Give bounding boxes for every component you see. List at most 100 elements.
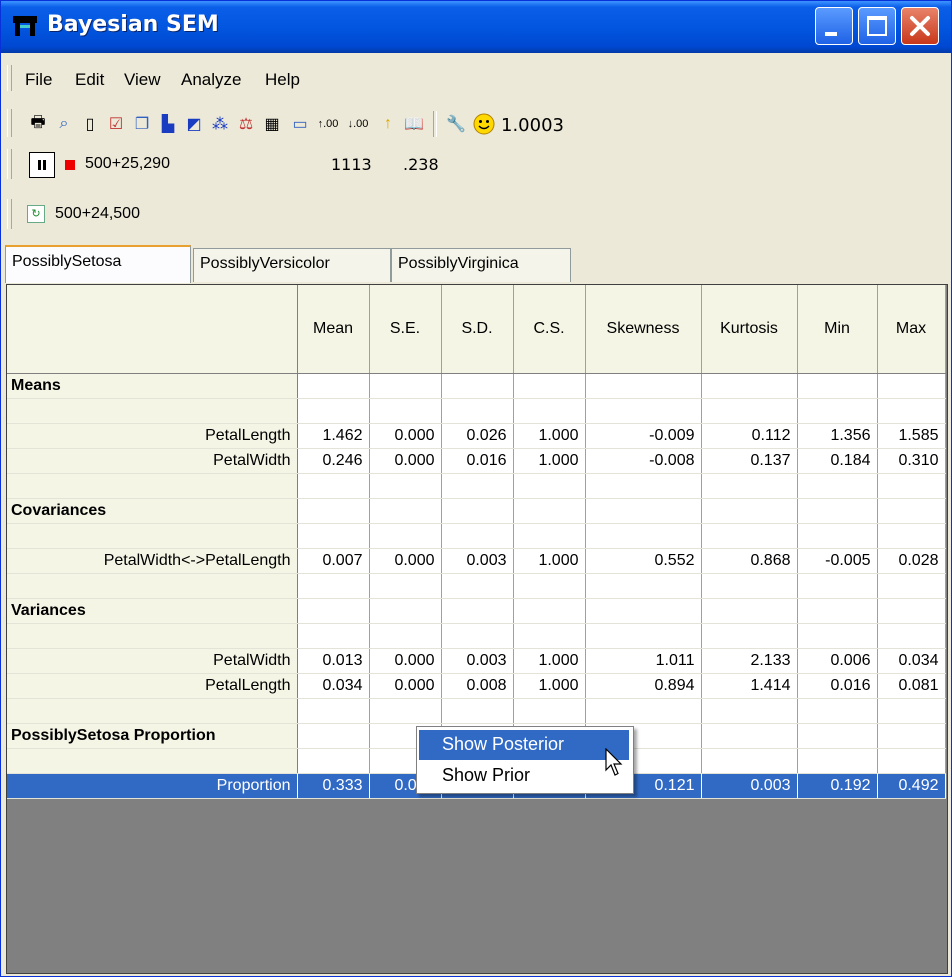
toolbar-grip[interactable] (7, 109, 12, 137)
table-cell[interactable]: 0.868 (701, 548, 798, 574)
table-cell[interactable]: 0.008 (441, 673, 514, 699)
table-cell[interactable] (513, 573, 586, 599)
table-cell[interactable]: 2.133 (701, 648, 798, 674)
table-cell[interactable] (585, 498, 702, 524)
options-icon[interactable]: ☑ (105, 113, 127, 135)
table-cell[interactable] (369, 473, 442, 499)
table-cell[interactable] (701, 373, 798, 399)
table-cell[interactable]: 0.026 (441, 423, 514, 449)
table-cell[interactable] (877, 373, 946, 399)
table-cell[interactable] (877, 748, 946, 774)
menu-view[interactable]: View (124, 70, 161, 90)
table-cell[interactable] (797, 398, 878, 424)
table-cell[interactable]: 0.003 (441, 548, 514, 574)
table-cell[interactable]: 0.013 (297, 648, 370, 674)
table-cell[interactable] (441, 598, 514, 624)
table-cell[interactable]: 0.034 (297, 673, 370, 699)
table-cell[interactable]: 1.011 (585, 648, 702, 674)
table-cell[interactable] (797, 748, 878, 774)
table-row[interactable] (7, 698, 946, 724)
table-cell[interactable] (513, 373, 586, 399)
table-cell[interactable] (297, 698, 370, 724)
table-cell[interactable] (877, 698, 946, 724)
table-cell[interactable] (297, 523, 370, 549)
table-cell[interactable] (797, 723, 878, 749)
table-cell[interactable]: 0.184 (797, 448, 878, 474)
table-row[interactable]: PetalWidth<->PetalLength 0.007 0.000 0.003 1… (7, 548, 946, 574)
table-cell[interactable]: -0.005 (797, 548, 878, 574)
table-row[interactable]: PetalWidth 0.013 0.000 0.003 1.000 1.011 2.133… (7, 648, 946, 674)
plot-icon[interactable]: ◩ (183, 113, 205, 135)
table-cell[interactable]: -0.009 (585, 423, 702, 449)
image-icon[interactable]: ▭ (289, 113, 311, 135)
table-icon[interactable]: ▦ (261, 113, 283, 135)
table-cell[interactable] (877, 598, 946, 624)
balance-icon[interactable]: ⚖ (235, 113, 257, 135)
table-cell[interactable]: 0.007 (297, 548, 370, 574)
table-cell[interactable]: 0.894 (585, 673, 702, 699)
table-cell[interactable] (877, 573, 946, 599)
table-cell[interactable] (701, 498, 798, 524)
table-row[interactable] (7, 573, 946, 599)
column-header[interactable]: Kurtosis (701, 285, 798, 374)
table-cell[interactable]: 0.006 (797, 648, 878, 674)
increase-decimals-icon[interactable]: ↑.00 (317, 113, 339, 135)
table-cell[interactable] (369, 598, 442, 624)
column-header[interactable]: Min (797, 285, 878, 374)
table-cell[interactable]: 0.000 (369, 648, 442, 674)
table-cell[interactable] (441, 398, 514, 424)
table-cell[interactable] (701, 623, 798, 649)
table-cell[interactable] (297, 598, 370, 624)
table-cell[interactable] (797, 473, 878, 499)
table-cell[interactable] (701, 473, 798, 499)
table-cell[interactable] (701, 573, 798, 599)
table-cell[interactable] (369, 498, 442, 524)
tab-possibly-versicolor[interactable]: PossiblyVersicolor (193, 248, 391, 282)
table-cell[interactable]: 0.246 (297, 448, 370, 474)
column-header[interactable]: Skewness (585, 285, 702, 374)
table-cell[interactable] (701, 523, 798, 549)
table-cell[interactable] (585, 698, 702, 724)
table-cell[interactable] (369, 698, 442, 724)
pause-button[interactable] (29, 152, 55, 178)
table-cell[interactable]: 0.016 (441, 448, 514, 474)
table-cell[interactable]: -0.008 (585, 448, 702, 474)
table-cell[interactable]: 0.081 (877, 673, 946, 699)
table-cell[interactable] (585, 573, 702, 599)
table-row[interactable]: PetalLength 1.462 0.000 0.026 1.000 -0.009 0.1… (7, 423, 946, 449)
table-cell[interactable] (297, 473, 370, 499)
table-cell[interactable] (585, 398, 702, 424)
column-header[interactable]: Max (877, 285, 946, 374)
table-cell[interactable] (585, 523, 702, 549)
table-row[interactable] (7, 523, 946, 549)
table-cell[interactable]: 0.034 (877, 648, 946, 674)
maximize-button[interactable] (858, 7, 896, 45)
minimize-button[interactable] (815, 7, 853, 45)
status-grip[interactable] (7, 149, 12, 179)
table-cell[interactable]: 1.000 (513, 423, 586, 449)
book-icon[interactable]: 📖 (403, 113, 425, 135)
parameters-icon[interactable]: ⁂ (209, 113, 231, 135)
table-cell[interactable] (877, 498, 946, 524)
table-cell[interactable] (701, 698, 798, 724)
table-cell[interactable]: 0.003 (441, 648, 514, 674)
table-cell[interactable] (513, 623, 586, 649)
table-cell[interactable] (585, 598, 702, 624)
copy-icon[interactable]: ▯ (79, 113, 101, 135)
print-preview-icon[interactable]: ⌕ (53, 113, 75, 135)
table-cell[interactable]: 1.000 (513, 648, 586, 674)
table-cell[interactable]: 1.000 (513, 448, 586, 474)
table-cell[interactable] (877, 623, 946, 649)
table-cell[interactable] (585, 373, 702, 399)
table-cell[interactable] (877, 723, 946, 749)
table-cell[interactable] (369, 523, 442, 549)
table-cell[interactable] (297, 573, 370, 599)
table-cell[interactable]: 0.333 (297, 773, 370, 799)
menu-edit[interactable]: Edit (75, 70, 104, 90)
table-cell[interactable] (513, 598, 586, 624)
table-cell[interactable] (369, 573, 442, 599)
table-cell[interactable] (369, 398, 442, 424)
table-cell[interactable] (797, 623, 878, 649)
table-cell[interactable]: 0.028 (877, 548, 946, 574)
copy-to-clipboard-icon[interactable]: ❐ (131, 113, 153, 135)
